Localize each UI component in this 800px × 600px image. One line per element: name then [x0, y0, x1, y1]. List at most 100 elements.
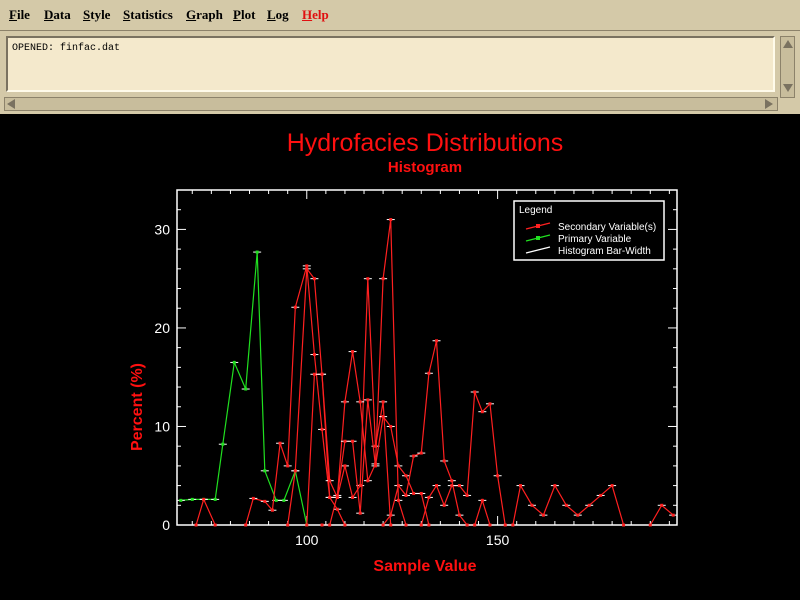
data-point: [599, 493, 603, 497]
secondary-series-line: [287, 267, 392, 526]
data-point: [343, 439, 347, 443]
data-point: [404, 474, 408, 478]
menu-label-rest: tatistics: [130, 7, 173, 22]
data-point: [366, 277, 370, 281]
data-point: [671, 513, 675, 517]
data-point: [488, 402, 492, 406]
menu-file[interactable]: File: [9, 7, 30, 23]
legend-entry: Primary Variable: [558, 234, 632, 245]
menu-bar: File Data Style Statistics Graph Plot Log Help: [0, 0, 800, 31]
data-point: [351, 495, 355, 499]
scroll-right-icon[interactable]: [765, 99, 773, 109]
data-point: [244, 523, 248, 527]
data-point: [293, 469, 297, 473]
y-tick-label: 10: [154, 418, 170, 434]
data-point: [412, 454, 416, 458]
data-point: [343, 523, 347, 527]
data-point: [396, 464, 400, 468]
data-point: [320, 427, 324, 431]
legend-swatch-marker: [536, 236, 540, 240]
secondary-series-line: [245, 265, 346, 526]
data-point: [278, 441, 282, 445]
legend-swatch-marker: [536, 224, 540, 228]
y-axis-label: Percent (%): [129, 363, 146, 451]
scroll-left-icon[interactable]: [7, 99, 15, 109]
data-point: [312, 372, 316, 376]
data-point: [179, 498, 183, 502]
data-point: [660, 503, 664, 507]
data-point: [419, 523, 423, 527]
data-point: [351, 350, 355, 354]
menu-data[interactable]: Data: [44, 7, 71, 23]
x-tick-label: 150: [486, 532, 510, 548]
data-point: [576, 513, 580, 517]
menu-plot[interactable]: Plot: [233, 7, 255, 23]
menu-statistics[interactable]: Statistics: [123, 7, 173, 23]
secondary-series-line: [420, 391, 506, 526]
menu-label-rest: ata: [53, 7, 71, 22]
data-point: [419, 491, 423, 495]
console-panel: OPENED: finfac.dat: [0, 31, 800, 114]
data-point: [480, 410, 484, 414]
data-point: [343, 464, 347, 468]
menu-log[interactable]: Log: [267, 7, 289, 23]
data-point: [610, 484, 614, 488]
horizontal-scrollbar[interactable]: [4, 97, 778, 111]
data-point: [496, 474, 500, 478]
data-point: [541, 513, 545, 517]
data-point: [404, 523, 408, 527]
data-point: [530, 503, 534, 507]
data-point: [312, 277, 316, 281]
data-point: [427, 371, 431, 375]
data-point: [286, 523, 290, 527]
console-output[interactable]: OPENED: finfac.dat: [6, 36, 775, 92]
scroll-up-icon[interactable]: [783, 40, 793, 48]
data-point: [232, 360, 236, 364]
legend-title: Legend: [519, 205, 552, 216]
data-point: [202, 497, 206, 501]
data-point: [553, 484, 557, 488]
vertical-scrollbar[interactable]: [780, 36, 795, 98]
data-point: [465, 523, 469, 527]
menu-label-rest: tyle: [90, 7, 111, 22]
data-point: [343, 400, 347, 404]
menu-graph[interactable]: Graph: [186, 7, 223, 23]
data-point: [335, 507, 339, 511]
menu-help[interactable]: Help: [302, 7, 329, 23]
menu-label-rest: lot: [240, 7, 256, 22]
x-axis-label: Sample Value: [373, 558, 476, 575]
console-text: OPENED: finfac.dat: [12, 43, 121, 54]
data-point: [457, 513, 461, 517]
data-point: [244, 387, 248, 391]
chart-subtitle: Histogram: [388, 159, 462, 176]
menu-style[interactable]: Style: [83, 7, 110, 23]
data-point: [435, 484, 439, 488]
menu-mnemonic: G: [186, 7, 197, 22]
data-point: [213, 523, 217, 527]
menu-label-rest: elp: [312, 7, 329, 22]
data-point: [221, 442, 225, 446]
data-point: [450, 479, 454, 483]
data-point: [442, 503, 446, 507]
legend-entry: Histogram Bar-Width: [558, 246, 651, 257]
data-point: [328, 495, 332, 499]
menu-mnemonic: P: [233, 7, 241, 22]
y-tick-label: 0: [162, 517, 170, 533]
data-point: [442, 459, 446, 463]
scroll-down-icon[interactable]: [783, 84, 793, 92]
data-point: [320, 372, 324, 376]
data-point: [473, 390, 477, 394]
menu-label-rest: raph: [196, 7, 223, 22]
data-point: [381, 415, 385, 419]
data-point: [305, 264, 309, 268]
data-point: [381, 400, 385, 404]
data-point: [194, 523, 198, 527]
menu-label-rest: og: [275, 7, 289, 22]
data-point: [320, 523, 324, 527]
data-point: [412, 491, 416, 495]
data-point: [427, 495, 431, 499]
data-point: [358, 484, 362, 488]
data-point: [263, 499, 267, 503]
chart-title: Hydrofacies Distributions: [287, 129, 564, 157]
y-tick-label: 30: [154, 221, 170, 237]
